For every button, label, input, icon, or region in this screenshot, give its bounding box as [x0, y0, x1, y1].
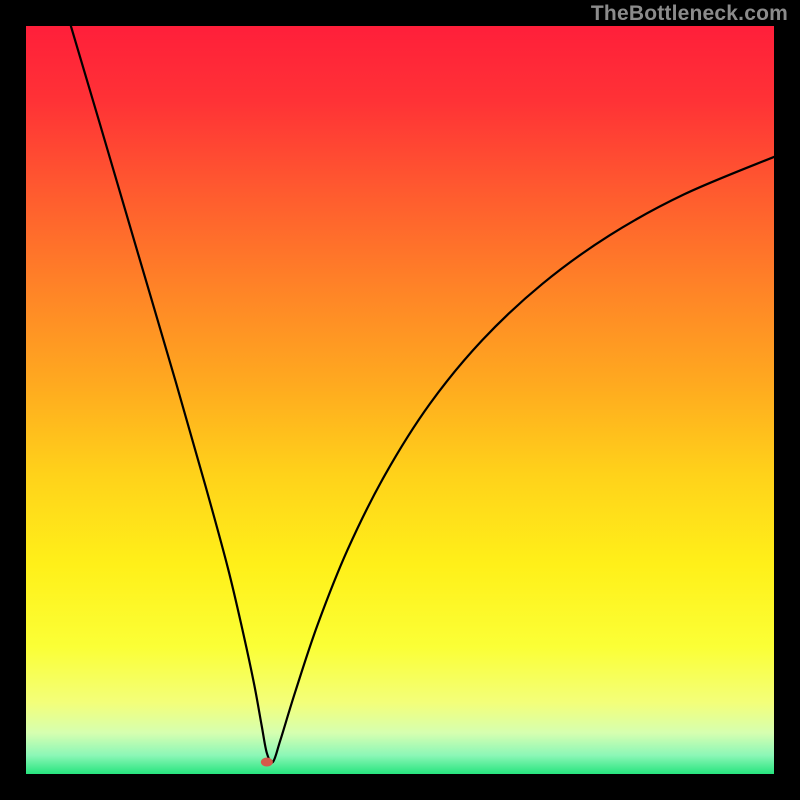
minimum-marker — [261, 758, 273, 767]
plot-area — [26, 26, 774, 774]
chart-frame: TheBottleneck.com — [0, 0, 800, 800]
watermark-text: TheBottleneck.com — [591, 2, 788, 26]
chart-svg — [26, 26, 774, 774]
gradient-background — [26, 26, 774, 774]
